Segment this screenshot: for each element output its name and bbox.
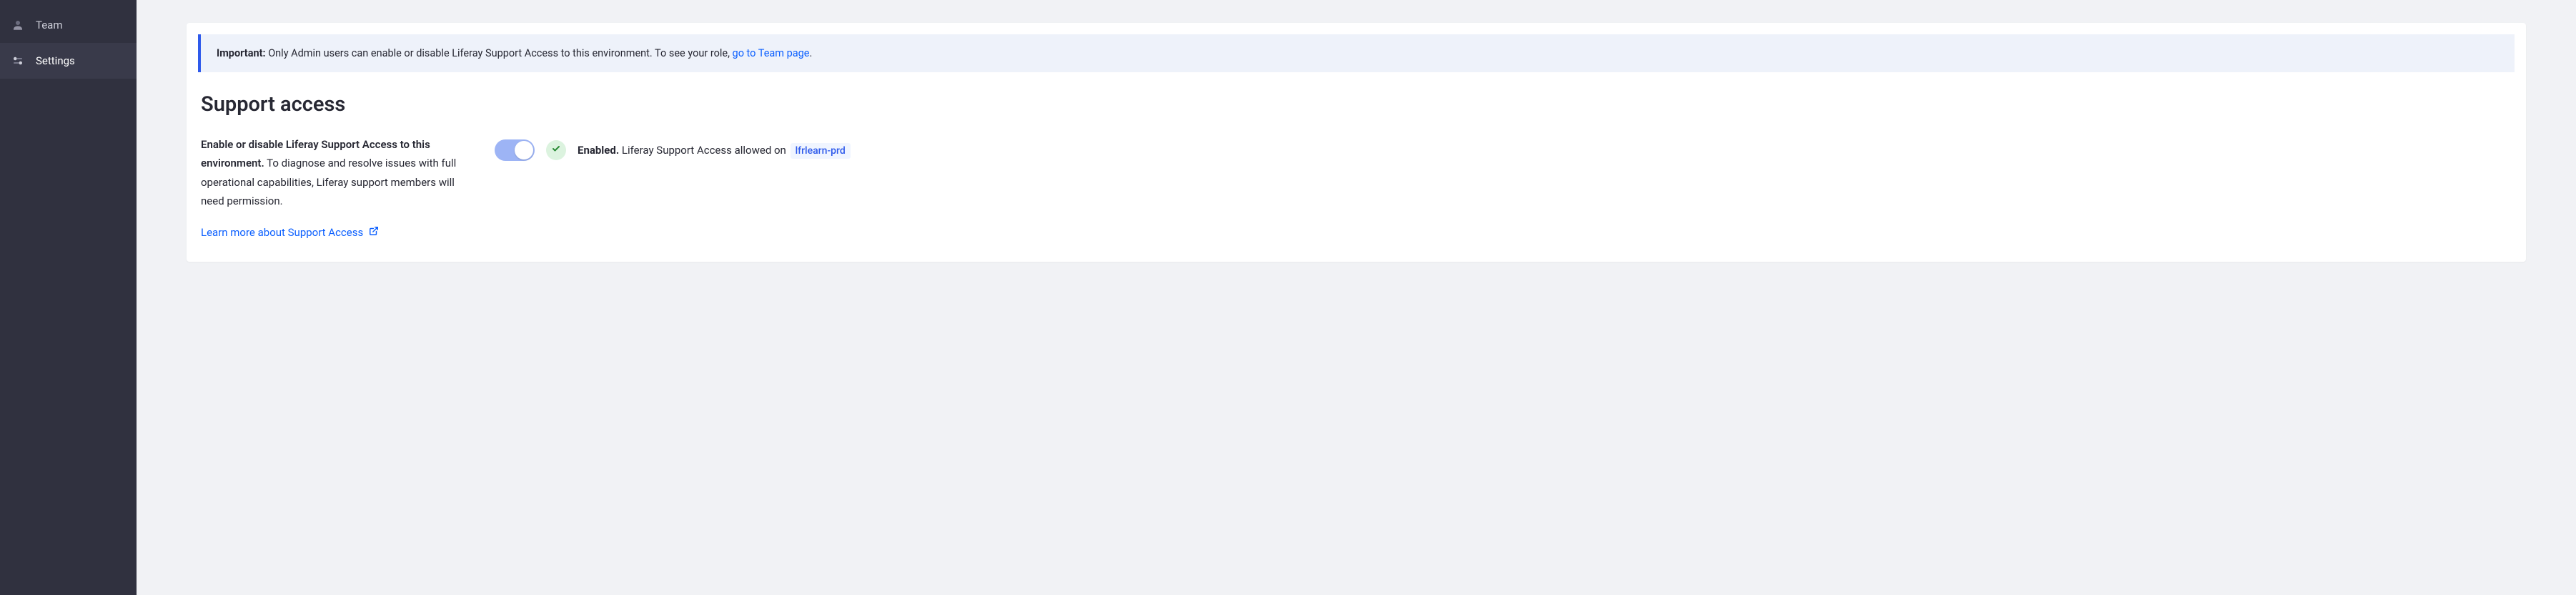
external-link-icon [369, 223, 379, 242]
status-body: Liferay Support Access allowed on [619, 144, 788, 157]
check-icon [552, 144, 560, 156]
learn-more-label: Learn more about Support Access [201, 223, 363, 242]
support-access-toggle[interactable] [495, 139, 535, 161]
sliders-icon [10, 53, 26, 69]
status-enabled-label: Enabled. [578, 144, 619, 157]
sidebar-item-label: Settings [36, 54, 75, 67]
status-badge [546, 140, 566, 160]
main-content: Important: Only Admin users can enable o… [137, 0, 2576, 595]
team-page-link[interactable]: go to Team page [733, 47, 810, 59]
info-alert: Important: Only Admin users can enable o… [198, 34, 2515, 72]
alert-body: Only Admin users can enable or disable L… [266, 47, 733, 59]
learn-more-link[interactable]: Learn more about Support Access [201, 223, 379, 242]
sidebar: Team Settings [0, 0, 137, 595]
controls: Enabled. Liferay Support Access allowed … [495, 135, 851, 161]
env-chip: lfrlearn-prd [791, 143, 851, 159]
section-description: Enable or disable Liferay Support Access… [201, 135, 469, 242]
sidebar-item-label: Team [36, 19, 63, 31]
section-title: Support access [201, 92, 2512, 117]
sidebar-item-team[interactable]: Team [0, 7, 137, 43]
sidebar-item-settings[interactable]: Settings [0, 43, 137, 79]
status-text: Enabled. Liferay Support Access allowed … [578, 144, 851, 157]
user-icon [10, 17, 26, 33]
toggle-knob [515, 141, 533, 159]
alert-suffix: . [809, 47, 812, 59]
support-access-card: Important: Only Admin users can enable o… [187, 23, 2526, 262]
alert-prefix: Important: [217, 47, 266, 59]
